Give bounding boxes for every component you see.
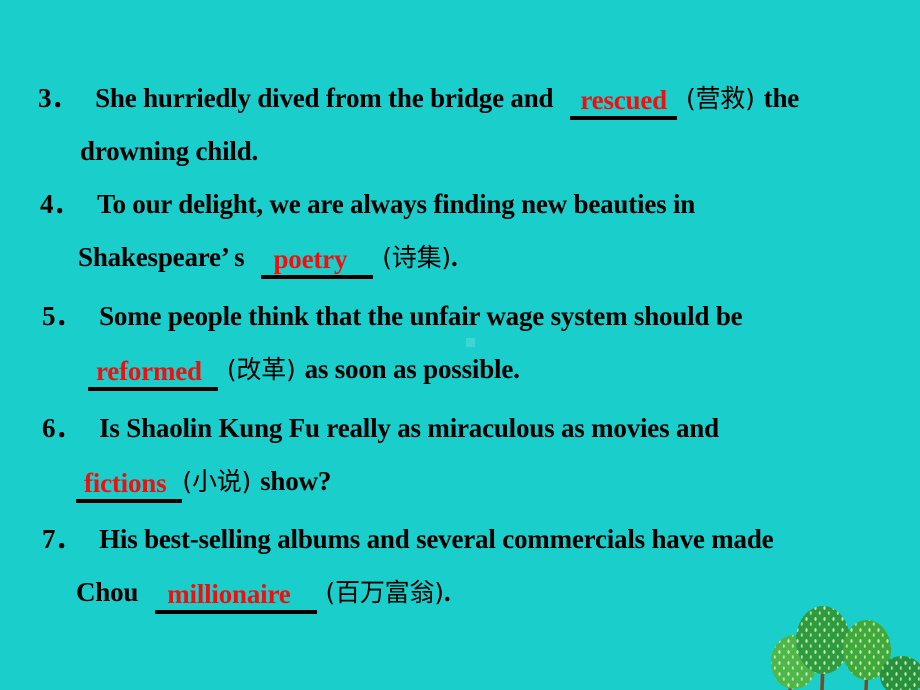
question-item-3: 3． She hurriedly dived from the bridge an… — [38, 72, 799, 178]
tree-center-right — [843, 620, 891, 690]
question-6-text: Is Shaolin Kung Fu really as miraculous … — [99, 413, 719, 443]
question-item-7: 7． His best-selling albums and several co… — [42, 513, 774, 619]
question-6-hint-cn: (小说) — [182, 467, 252, 496]
question-7-text-before: Chou — [76, 577, 139, 607]
question-4-line-1: 4． To our delight, we are always finding … — [40, 178, 695, 231]
question-item-4: 4． To our delight, we are always finding … — [40, 178, 695, 284]
question-6-line-2: fictions (小说) show? — [42, 455, 719, 508]
question-6-number: 6． — [42, 413, 83, 443]
question-3-text-before: She hurriedly dived from the bridge and — [95, 83, 554, 113]
question-5-number: 5． — [42, 301, 83, 331]
question-7-answer[interactable]: millionaire — [155, 579, 317, 614]
question-6-line-1: 6． Is Shaolin Kung Fu really as miraculou… — [42, 402, 719, 455]
question-3-answer[interactable]: rescued — [570, 85, 677, 120]
question-7-line-1: 7． His best-selling albums and several co… — [42, 513, 774, 566]
question-5-text-after: as soon as possible. — [304, 354, 520, 384]
question-3-number: 3． — [38, 83, 79, 113]
question-4-line-2: Shakespeare’ s poetry (诗集). — [40, 231, 695, 284]
question-7-text-after: . — [443, 577, 451, 607]
question-item-6: 6． Is Shaolin Kung Fu really as miraculou… — [42, 402, 719, 508]
question-3-hint-cn: (营救) — [685, 84, 755, 113]
question-4-text-before: Shakespeare’ s — [78, 242, 245, 272]
question-5-answer[interactable]: reformed — [88, 356, 218, 391]
question-3-line-2: drowning child. — [80, 136, 259, 166]
tree-center-tall — [796, 606, 850, 690]
question-5-line-1: 5． Some people think that the unfair wage… — [42, 290, 743, 343]
question-5-line-2: reformed (改革) as soon as possible. — [42, 343, 742, 396]
question-5-text: Some people think that the unfair wage s… — [99, 301, 743, 331]
question-7-number: 7． — [42, 524, 83, 554]
question-4-answer[interactable]: poetry — [261, 244, 374, 279]
question-5-hint-cn: (改革) — [226, 355, 296, 384]
slide-canvas: 3． She hurriedly dived from the bridge an… — [0, 0, 920, 690]
tree-right-bush — [880, 656, 920, 690]
question-4-number: 4． — [40, 189, 81, 219]
question-4-hint-cn: (诗集) — [382, 243, 451, 272]
question-7-line-2: Chou millionaire (百万富翁). — [42, 566, 773, 619]
tree-left — [771, 635, 817, 690]
question-7-text: His best-selling albums and several comm… — [99, 524, 774, 554]
question-4-text-after: . — [450, 242, 458, 272]
trees-illustration — [771, 606, 920, 690]
question-3-text-after: the — [763, 83, 800, 113]
question-7-hint-cn: (百万富翁) — [325, 578, 445, 607]
question-item-5: 5． Some people think that the unfair wage… — [42, 290, 743, 396]
question-4-text: To our delight, we are always finding ne… — [97, 189, 696, 219]
question-6-answer[interactable]: fictions — [76, 468, 183, 503]
question-6-text-after: show? — [260, 466, 332, 496]
question-3-line-1: 3． She hurriedly dived from the bridge an… — [38, 72, 799, 125]
